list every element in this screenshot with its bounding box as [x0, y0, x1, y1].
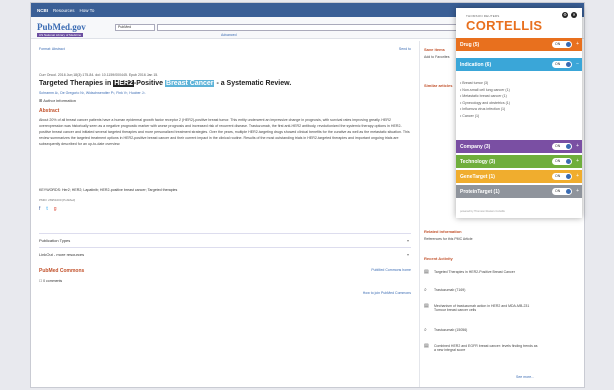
technology-bar[interactable]: Technology (3) ON + [456, 155, 582, 168]
proteintarget-bar[interactable]: ProteinTarget (1) ON + [456, 185, 582, 198]
author-info-toggle[interactable]: ⊞ Author information [39, 98, 76, 103]
abstract-text: About 20% of all breast cancer patients … [39, 118, 410, 146]
send-to-menu[interactable]: Send to [399, 47, 411, 51]
indication-item: Metastatic breast cancer (1) [462, 94, 507, 98]
expand-icon[interactable]: + [576, 173, 579, 179]
expand-icon[interactable]: + [576, 41, 579, 47]
indication-tag[interactable]: Breast Cancer [165, 80, 215, 87]
indication-item: Cancer (1) [462, 113, 480, 118]
resources-menu[interactable]: Resources [53, 8, 75, 13]
expand-icon[interactable]: + [576, 188, 579, 194]
company-label: Company (3) [460, 143, 491, 150]
howto-menu[interactable]: How To [80, 8, 95, 13]
related-info-heading: Related information [424, 229, 462, 234]
company-toggle[interactable]: ON [552, 143, 572, 150]
title-text-end: - a Systematic Review. [216, 80, 292, 87]
comments-label: 0 comments [43, 279, 63, 283]
indication-bar[interactable]: Indication (6) ON − [456, 58, 582, 71]
collapse-icon[interactable]: − [576, 61, 579, 67]
references-link[interactable]: References for this PMC Article [424, 237, 473, 241]
recent-item[interactable]: Trastuzumab (15056) [434, 328, 467, 332]
twitter-icon[interactable]: t [46, 206, 47, 212]
indication-toggle[interactable]: ON [552, 61, 572, 68]
save-items-heading: Save items [424, 47, 445, 52]
linkout[interactable]: LinkOut - more resources ▾ [39, 247, 411, 257]
chevron-down-icon: ▾ [406, 252, 409, 257]
author-info-label: Author information [43, 98, 76, 103]
indication-label: Indication (6) [460, 61, 492, 68]
see-more-link[interactable]: See more... [516, 375, 534, 379]
expand-icon[interactable]: + [576, 143, 579, 149]
proteintarget-label: ProteinTarget (1) [460, 188, 500, 195]
genetarget-bar[interactable]: GeneTarget (1) ON + [456, 170, 582, 183]
drug-toggle[interactable]: ON [552, 41, 572, 48]
indication-item: Breast tumor (3) [462, 81, 489, 85]
commons-heading: PubMed Commons [39, 268, 85, 274]
document-icon: ▤ [424, 303, 429, 309]
author-list[interactable]: Schramm A¹, De Gregorio N², Widschwendte… [39, 91, 146, 95]
gene-tag[interactable]: HER2 [113, 80, 134, 87]
drug-label: Drug (5) [460, 41, 480, 48]
document-icon: ▤ [424, 269, 429, 275]
company-bar[interactable]: Company (3) ON + [456, 140, 582, 153]
chevron-down-icon: ▾ [406, 238, 409, 243]
advanced-link[interactable]: Advanced [221, 33, 237, 37]
commons-home-link[interactable]: PubMed Commons home [371, 268, 411, 272]
drug-bar[interactable]: Drug (5) ON + [456, 38, 582, 51]
format-row: Format: Abstract Send to [39, 47, 411, 51]
genetarget-label: GeneTarget (1) [460, 173, 495, 180]
recent-activity-heading: Recent Activity [424, 256, 453, 261]
publication-types-label: Publication Types [39, 238, 71, 243]
genetarget-toggle[interactable]: ON [552, 173, 572, 180]
close-icon[interactable]: ✕ [571, 12, 577, 18]
indication-list: • Breast tumor (3) • Non-small cell lung… [460, 80, 578, 119]
powered-by: powered by Thomson Reuters Cortellis [460, 210, 505, 213]
ncbi-logo[interactable]: NCBI [37, 8, 48, 13]
document-icon: ▤ [424, 343, 429, 349]
title-text-mid: -Positive [133, 80, 164, 87]
googleplus-icon[interactable]: g [54, 206, 57, 212]
technology-label: Technology (3) [460, 158, 496, 165]
expand-icon[interactable]: + [576, 158, 579, 164]
add-favorites-link[interactable]: Add to Favorites [424, 55, 449, 59]
proteintarget-toggle[interactable]: ON [552, 188, 572, 195]
join-commons-link[interactable]: How to join PubMed Commons [363, 291, 411, 295]
recent-item[interactable]: Trastuzumab (7169) [434, 288, 465, 292]
similar-articles-heading: Similar articles [424, 83, 453, 88]
title-text: Targeted Therapies in [39, 80, 112, 87]
database-select[interactable]: PubMed [115, 24, 155, 31]
list-item[interactable]: • Cancer (1) [460, 113, 578, 120]
share-row: f t g [39, 206, 57, 212]
abstract-heading: Abstract [39, 108, 60, 114]
settings-icon[interactable]: ⚙ [562, 12, 568, 18]
recent-item[interactable]: Combined HER2 and EGFR breast cancer: le… [434, 344, 539, 352]
comments-count[interactable]: ☐ 0 comments [39, 279, 62, 283]
format-selector[interactable]: Format: Abstract [39, 47, 65, 51]
article-title: Targeted Therapies in HER2-Positive Brea… [39, 80, 291, 87]
indication-item: Non-small cell lung cancer (1) [462, 87, 510, 92]
recent-item[interactable]: Targeted Therapies in HER2-Positive Brea… [434, 270, 539, 274]
cortellis-logo: CORTELLIS [466, 18, 543, 33]
citation: Curr Oncol. 2016 Jun;18(3):175-84. doi: … [39, 73, 159, 77]
pmid: PMID: 26951000 [PubMed] [39, 198, 76, 202]
technology-toggle[interactable]: ON [552, 158, 572, 165]
search-icon: ⌕ [424, 287, 427, 293]
search-input[interactable] [157, 24, 457, 31]
nlm-label: US National Library of Medicine [37, 33, 84, 37]
linkout-label: LinkOut - more resources [39, 252, 85, 257]
search-icon: ⌕ [424, 327, 427, 333]
publication-types[interactable]: Publication Types ▾ [39, 233, 411, 243]
keywords: KEYWORDS: Her2; HER2; Lapatinib; HER2-po… [39, 188, 178, 192]
indication-item: Influenza virus infection (1) [462, 107, 506, 111]
indication-item: Gynecology and obstetrics (1) [462, 100, 511, 105]
facebook-icon[interactable]: f [39, 206, 40, 212]
cortellis-panel: THOMSON REUTERS CORTELLIS ⚙ ✕ Drug (5) O… [456, 8, 582, 218]
pubmed-logo[interactable]: PubMed.gov [37, 22, 86, 32]
recent-item[interactable]: Mechanism of trastuzumab action in HER2 … [434, 304, 539, 312]
